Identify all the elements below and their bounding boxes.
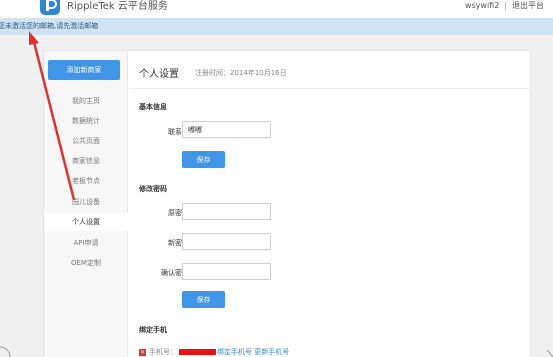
corner-marks	[0, 346, 553, 357]
corner-mark-left	[0, 346, 11, 357]
corner-mark-right	[546, 349, 553, 357]
